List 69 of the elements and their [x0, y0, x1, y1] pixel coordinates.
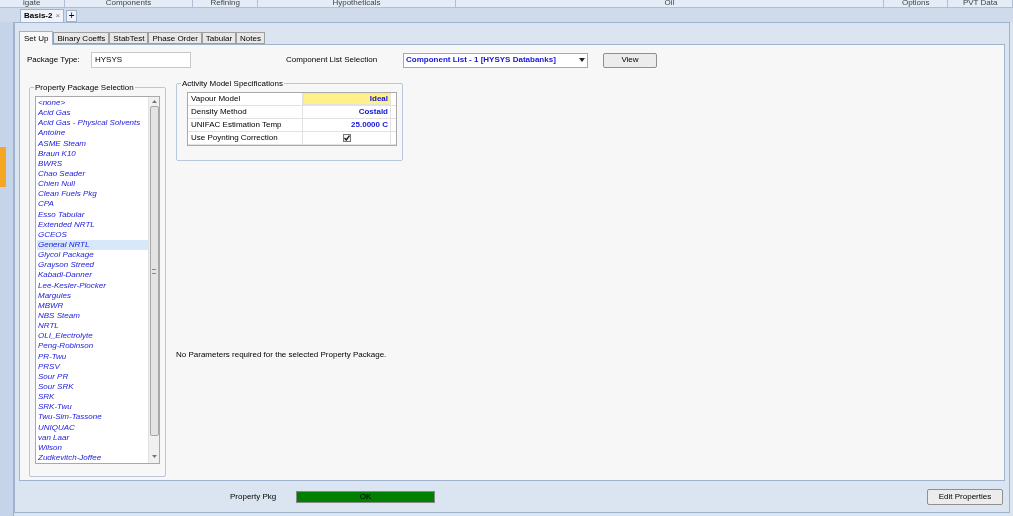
- package-list-item[interactable]: MBWR: [37, 300, 148, 311]
- tab[interactable]: StabTest: [109, 32, 149, 44]
- scroll-down-icon: [151, 455, 157, 458]
- package-list-item[interactable]: Braun K10: [37, 148, 148, 159]
- package-list-item[interactable]: Antoine: [37, 128, 148, 139]
- tab[interactable]: Binary Coeffs: [53, 32, 110, 44]
- tab[interactable]: Phase Order: [148, 32, 202, 44]
- edit-properties-button[interactable]: Edit Properties: [927, 488, 1003, 505]
- package-list-item[interactable]: Twu-Sim-Tassone: [37, 412, 148, 423]
- package-list-item[interactable]: Zudkevitch-Joffee: [37, 452, 148, 463]
- group-title: Property Package Selection: [34, 82, 135, 94]
- status-label: Property Pkg: [230, 490, 278, 503]
- package-list-item[interactable]: Lee-Kesler-Plocker: [37, 280, 148, 291]
- scroll-thumb[interactable]: [149, 106, 159, 436]
- component-list-dropdown[interactable]: Component List - 1 [HYSYS Databanks]: [403, 52, 588, 68]
- package-list-item[interactable]: GCEOS: [37, 229, 148, 240]
- tab[interactable]: Notes: [236, 32, 265, 44]
- package-list-item[interactable]: CPA: [37, 199, 148, 210]
- package-list-item[interactable]: SRK: [37, 392, 148, 403]
- package-list-item[interactable]: <none>: [37, 98, 148, 109]
- table-cell[interactable]: 25.0000 C: [303, 119, 391, 131]
- tab[interactable]: Set Up: [19, 31, 54, 45]
- package-list-item[interactable]: van Laar: [37, 432, 148, 443]
- package-list-item[interactable]: Chien Null: [37, 179, 148, 190]
- table-cell[interactable]: Ideal: [303, 93, 391, 105]
- tab[interactable]: Tabular: [201, 32, 237, 44]
- package-list-item[interactable]: Extended NRTL: [37, 219, 148, 230]
- package-list-item[interactable]: NBS Steam: [37, 310, 148, 322]
- package-list-item[interactable]: Margules: [37, 290, 148, 301]
- table-cell: Density Method: [188, 106, 303, 118]
- package-list-item[interactable]: Clean Fuels Pkg: [37, 189, 148, 200]
- package-list-item[interactable]: SRK-Twu: [37, 402, 148, 413]
- checkbox[interactable]: [342, 134, 351, 142]
- document-tab[interactable]: Basis-2 ×: [20, 9, 65, 22]
- package-list-item[interactable]: BWRS: [37, 158, 148, 169]
- package-list-item[interactable]: OLI_Electrolyte: [37, 331, 148, 342]
- dropdown-caret-icon: [579, 58, 585, 62]
- package-list-item[interactable]: UNIQUAC: [37, 422, 148, 433]
- side-panel-marker: [0, 147, 6, 187]
- package-list-item[interactable]: Esso Tabular: [37, 209, 148, 220]
- package-list-item[interactable]: Acid Gas: [37, 108, 148, 119]
- scroll-up-icon: [151, 100, 157, 103]
- package-list-item[interactable]: Wilson: [37, 442, 148, 453]
- package-list-item[interactable]: Sour PR: [37, 371, 148, 382]
- package-list-item[interactable]: Sour SRK: [37, 381, 148, 393]
- package-type-label: Package Type:: [27, 54, 81, 66]
- group-title: Activity Model Specifications: [181, 78, 284, 90]
- package-list-item[interactable]: Peng-Robinson: [37, 341, 148, 352]
- package-list-item[interactable]: Chao Seader: [37, 169, 148, 180]
- package-list-item[interactable]: Acid Gas - Physical Solvents: [37, 118, 148, 129]
- package-list-item[interactable]: Kabadi-Danner: [37, 270, 148, 281]
- package-list-item[interactable]: Glycol Package: [37, 250, 148, 261]
- table-cell: Use Poynting Correction: [188, 132, 303, 144]
- add-tab-button[interactable]: +: [66, 10, 78, 22]
- package-list-item[interactable]: ASME Steam: [37, 138, 148, 149]
- package-type-field[interactable]: HYSYS: [91, 52, 191, 68]
- package-list-item[interactable]: Grayson Streed: [37, 260, 148, 271]
- table-cell: UNIFAC Estimation Temp: [188, 119, 303, 131]
- package-list-item[interactable]: PR-Twu: [37, 351, 148, 362]
- component-list-label: Component List Selection: [286, 54, 379, 66]
- message-text: No Parameters required for the selected Property Package.: [176, 349, 388, 361]
- package-list-item[interactable]: General NRTL: [37, 239, 148, 251]
- package-list-item[interactable]: NRTL: [37, 321, 148, 332]
- scrollbar[interactable]: [148, 97, 159, 463]
- view-button[interactable]: View: [603, 52, 657, 68]
- status-indicator: OK: [296, 490, 435, 503]
- table-cell[interactable]: Costald: [303, 106, 391, 118]
- package-list-item[interactable]: PRSV: [37, 361, 148, 372]
- close-icon[interactable]: ×: [55, 10, 61, 22]
